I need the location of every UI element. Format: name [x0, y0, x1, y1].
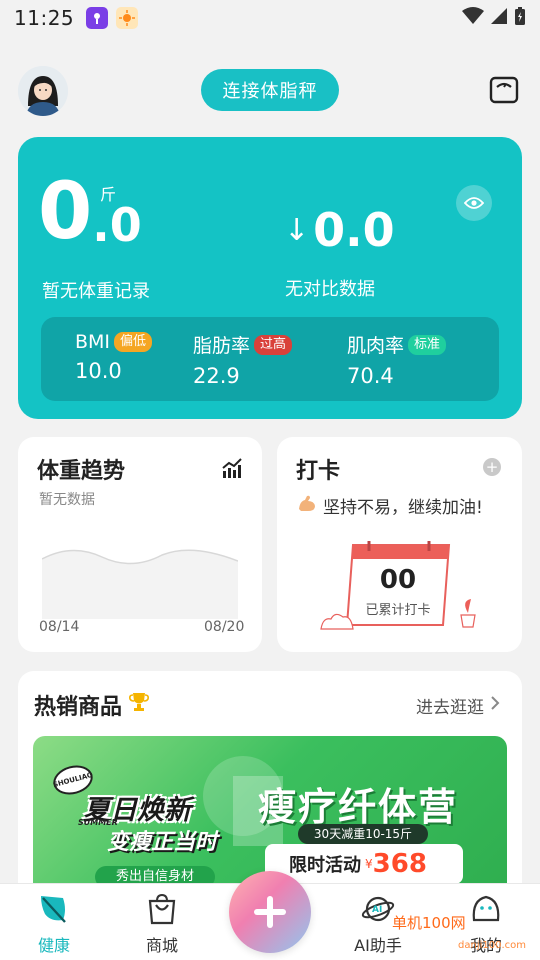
trend-title: 体重趋势: [37, 459, 126, 484]
trend-date-end: 08/20: [204, 619, 245, 635]
weight-unit: 斤: [100, 185, 117, 204]
wifi-icon: [462, 7, 484, 29]
metric-bmi: BMI 偏低 10.0: [75, 331, 153, 383]
checkin-message: 坚持不易，继续加油!: [297, 493, 483, 518]
watermark-text: 单机100网: [392, 914, 466, 932]
watermark-url: danji100.com: [458, 940, 526, 951]
signal-icon: [490, 7, 508, 29]
metric-tag: 过高: [254, 334, 293, 355]
leaf-icon: [37, 892, 71, 926]
muscle-icon: [297, 493, 317, 518]
checkin-count-label: 已累计打卡: [365, 603, 431, 618]
banner-right-title: 瘦疗纤体营: [258, 785, 459, 829]
metric-tag: 标准: [408, 334, 447, 355]
podcast-app-icon: [86, 7, 109, 29]
metric-muscle: 肌肉率 标准 70.4: [347, 331, 447, 388]
avatar[interactable]: [18, 66, 68, 116]
weight-trend-card[interactable]: 体重趋势 暂无数据 08/14 08/20: [18, 437, 262, 652]
hot-title: 热销商品: [34, 689, 150, 721]
top-bar: 连接体脂秤: [0, 60, 540, 124]
metric-value: 70.4: [347, 364, 394, 388]
tab-label: 健康: [37, 936, 70, 955]
profile-face-icon: [469, 892, 503, 926]
metric-name: 脂肪率: [193, 335, 251, 357]
scale-icon[interactable]: [488, 74, 520, 106]
status-time: 11:25: [14, 6, 75, 30]
trend-subtitle: 暂无数据: [39, 492, 95, 508]
metric-name: 肌肉率: [347, 335, 405, 357]
svg-text:AI: AI: [372, 905, 382, 915]
metric-fat: 脂肪率 过高 22.9: [193, 331, 293, 388]
plus-icon: [254, 896, 286, 928]
shop-more-link[interactable]: 进去逛逛: [416, 693, 500, 718]
weight-value: 0 .0: [38, 173, 142, 251]
weight-summary-card[interactable]: 0 .0 斤 暂无体重记录 ↓ 0.0 无对比数据 BMI 偏低 10.0 脂肪率…: [18, 137, 522, 419]
checkin-card[interactable]: 打卡 + 坚持不易，继续加油! 00 已累计打卡: [277, 437, 522, 652]
tab-label: 商城: [145, 936, 178, 955]
weather-app-icon: [116, 7, 139, 29]
banner-price-ticket: 限时活动 ¥ 368: [265, 844, 463, 884]
battery-icon: [514, 6, 526, 30]
weight-diff: ↓ 0.0: [284, 205, 395, 255]
metric-value: 10.0: [75, 359, 122, 383]
metric-value: 22.9: [193, 364, 240, 388]
add-checkin-icon[interactable]: +: [483, 458, 501, 476]
connect-scale-button[interactable]: 连接体脂秤: [201, 69, 339, 111]
status-bar: 11:25: [0, 0, 540, 36]
promo-label: 限时活动: [289, 855, 361, 876]
price-currency: ¥: [365, 857, 373, 871]
weight-dec: .0: [92, 198, 142, 252]
checkin-count: 00: [379, 565, 417, 595]
trend-chart-icon: [221, 457, 243, 479]
checkin-title: 打卡: [296, 459, 341, 484]
weight-label: 暂无体重记录: [42, 281, 150, 302]
tab-label: AI助手: [354, 936, 402, 955]
trend-date-start: 08/14: [39, 619, 80, 635]
ai-planet-icon: AI: [361, 892, 395, 926]
hot-title-text: 热销商品: [34, 695, 123, 720]
checkin-message-text: 坚持不易，继续加油!: [323, 498, 483, 518]
tab-mall[interactable]: 商城: [122, 892, 202, 956]
shopping-bag-icon: [145, 892, 179, 926]
metric-name: BMI: [75, 331, 111, 353]
body-metrics[interactable]: BMI 偏低 10.0 脂肪率 过高 22.9 肌肉率 标准 70.4: [41, 317, 499, 401]
plant-icon: [460, 599, 476, 628]
trend-placeholder-wave: [42, 549, 238, 619]
tab-health[interactable]: 健康: [14, 892, 94, 956]
diff-value: 0.0: [313, 203, 395, 257]
banner-pill: 30天减重10-15斤: [298, 824, 428, 844]
banner-left-subtitle: 变瘦正当时: [107, 830, 218, 855]
shop-more-text: 进去逛逛: [416, 698, 484, 718]
promo-price: 368: [372, 849, 427, 879]
add-record-button[interactable]: [229, 871, 311, 953]
trophy-icon: [128, 691, 150, 719]
eye-icon[interactable]: [456, 185, 492, 221]
cloud-icon: [320, 613, 354, 630]
weight-int: 0: [38, 167, 93, 257]
metric-tag: 偏低: [114, 332, 153, 352]
diff-label: 无对比数据: [285, 279, 375, 300]
chevron-right-icon: [490, 695, 500, 716]
down-arrow-icon: ↓: [284, 212, 310, 248]
